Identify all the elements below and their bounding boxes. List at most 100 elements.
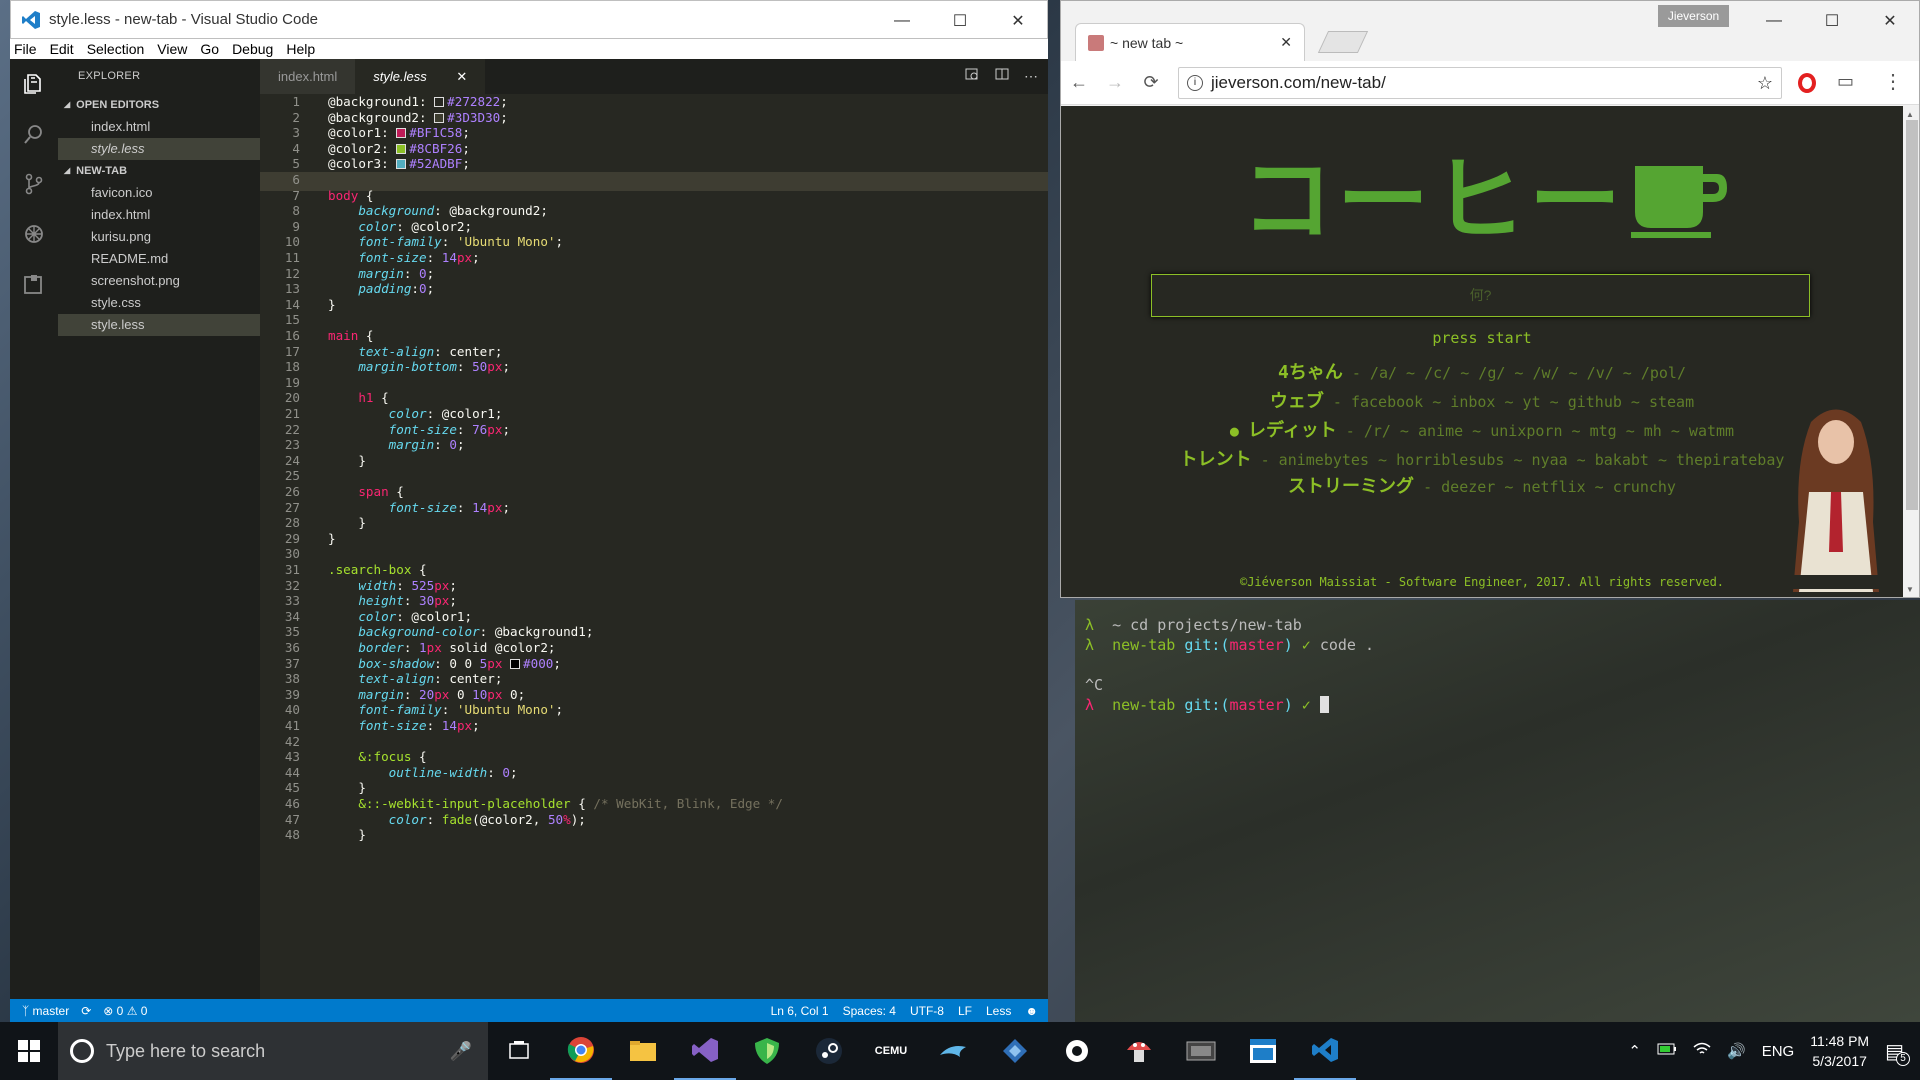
steam-icon[interactable] [798, 1022, 860, 1080]
task-view-icon[interactable] [488, 1022, 550, 1080]
code-editor[interactable]: 1 @background1: #272822; 2 @background2: #3… [260, 94, 1048, 999]
chrome-app-icon[interactable] [550, 1022, 612, 1080]
anime-character-image [1781, 402, 1891, 592]
page-scrollbar[interactable]: ▲ ▼ [1903, 106, 1919, 597]
open-editor-item[interactable]: style.less [58, 138, 260, 160]
opera-extension-icon[interactable] [1798, 73, 1816, 93]
indentation[interactable]: Spaces: 4 [843, 1004, 896, 1018]
window-app-icon[interactable] [1232, 1022, 1294, 1080]
file-item[interactable]: style.css [58, 292, 260, 314]
sync-icon[interactable]: ⟳ [81, 1004, 91, 1018]
language-indicator[interactable]: ENG [1762, 1043, 1795, 1060]
open-preview-icon[interactable] [964, 66, 980, 87]
minimize-icon[interactable]: — [873, 1, 931, 40]
menu-view[interactable]: View [157, 41, 187, 57]
split-editor-icon[interactable] [994, 66, 1010, 87]
line-content: @color2: #8CBF26; [328, 140, 470, 156]
chevron-up-icon[interactable]: ⌃ [1628, 1042, 1641, 1060]
file-item[interactable]: favicon.ico [58, 182, 260, 204]
reload-icon[interactable]: ⟳ [1133, 72, 1169, 93]
address-bar[interactable]: i jieverson.com/new-tab/ ☆ [1178, 67, 1782, 99]
encoding[interactable]: UTF-8 [910, 1004, 944, 1018]
line-ending[interactable]: LF [958, 1004, 972, 1018]
cast-icon[interactable]: ▭ [1837, 71, 1854, 92]
menu-selection[interactable]: Selection [87, 41, 145, 57]
settings-icon[interactable] [1046, 1022, 1108, 1080]
menu-go[interactable]: Go [200, 41, 219, 57]
app-icon[interactable] [984, 1022, 1046, 1080]
cursor-position[interactable]: Ln 6, Col 1 [771, 1004, 829, 1018]
microphone-icon[interactable]: 🎤 [450, 1041, 472, 1062]
star-icon[interactable]: ☆ [1757, 73, 1773, 94]
row-links[interactable]: animebytes ~ horriblesubs ~ nyaa ~ bakab… [1279, 451, 1785, 469]
line-number: 27 [284, 499, 300, 515]
open-editors-section[interactable]: ◢ OPEN EDITORS [58, 94, 260, 116]
visual-studio-icon[interactable] [674, 1022, 736, 1080]
source-control-icon[interactable] [10, 159, 58, 209]
new-tab-button[interactable] [1317, 31, 1369, 53]
close-icon[interactable]: ✕ [989, 1, 1047, 40]
explorer-icon[interactable] [10, 59, 58, 109]
dolphin-icon[interactable] [922, 1022, 984, 1080]
menu-file[interactable]: File [14, 41, 37, 57]
row-links[interactable]: /a/ ~ /c/ ~ /g/ ~ /w/ ~ /v/ ~ /pol/ [1370, 364, 1686, 382]
taskbar-search-input[interactable]: Type here to search 🎤 [58, 1022, 488, 1080]
file-item[interactable]: style.less [58, 314, 260, 336]
feedback-icon[interactable]: ☻ [1025, 1004, 1038, 1018]
minimize-icon[interactable]: — [1745, 1, 1803, 40]
back-icon[interactable]: ← [1061, 72, 1097, 93]
forward-icon[interactable]: → [1097, 72, 1133, 93]
project-section[interactable]: ◢ NEW-TAB [58, 160, 260, 182]
extensions-icon[interactable] [10, 259, 58, 309]
more-actions-icon[interactable]: ⋯ [1024, 68, 1038, 85]
logo-text: コーヒー [1241, 147, 1626, 254]
file-item[interactable]: index.html [58, 204, 260, 226]
line-number: 36 [284, 640, 300, 655]
branch-indicator[interactable]: ᛉ master [22, 1004, 69, 1018]
vpn-shield-icon[interactable] [736, 1022, 798, 1080]
terminal-window[interactable]: λ ~ cd projects/new-tab λ new-tab git:(m… [1075, 600, 1920, 1022]
row-links[interactable]: /r/ ~ anime ~ unixporn ~ mtg ~ mh ~ watm… [1364, 422, 1734, 440]
file-item[interactable]: README.md [58, 248, 260, 270]
file-explorer-icon[interactable] [612, 1022, 674, 1080]
problems-indicator[interactable]: ⊗ 0 ⚠ 0 [103, 1004, 147, 1018]
sega-icon[interactable] [1170, 1022, 1232, 1080]
file-item[interactable]: kurisu.png [58, 226, 260, 248]
search-input[interactable]: 何? [1151, 274, 1810, 317]
vscode-app-icon[interactable] [1294, 1022, 1356, 1080]
row-links[interactable]: facebook ~ inbox ~ yt ~ github ~ steam [1351, 393, 1694, 411]
start-button[interactable] [0, 1022, 58, 1080]
row-links[interactable]: deezer ~ netflix ~ crunchy [1441, 478, 1676, 496]
maximize-icon[interactable]: ☐ [1803, 1, 1861, 40]
battery-icon[interactable] [1657, 1042, 1677, 1060]
close-icon[interactable]: ✕ [1861, 1, 1919, 40]
search-icon[interactable] [10, 109, 58, 159]
code-line[interactable]: 48 } [260, 827, 1048, 846]
debug-icon[interactable] [10, 209, 58, 259]
menu-debug[interactable]: Debug [232, 41, 273, 57]
menu-help[interactable]: Help [286, 41, 315, 57]
info-icon[interactable]: i [1187, 75, 1203, 91]
close-icon[interactable]: ✕ [1280, 34, 1292, 51]
tab-style-less[interactable]: style.less ✕ [355, 59, 486, 94]
clock[interactable]: 11:48 PM 5/3/2017 [1810, 1031, 1869, 1071]
browser-tab[interactable]: ~ new tab ~ ✕ [1075, 23, 1305, 61]
line-content: margin: 0; [358, 265, 435, 281]
line-content: @background2: #3D3D30; [328, 109, 508, 125]
open-editors-label: OPEN EDITORS [76, 99, 160, 111]
volume-icon[interactable]: 🔊 [1727, 1042, 1746, 1060]
wifi-icon[interactable] [1693, 1042, 1711, 1060]
profile-badge[interactable]: Jieverson [1658, 5, 1729, 27]
cemu-icon[interactable]: CEMU [860, 1022, 922, 1080]
maximize-icon[interactable]: ☐ [931, 1, 989, 40]
menu-edit[interactable]: Edit [50, 41, 74, 57]
file-item[interactable]: screenshot.png [58, 270, 260, 292]
line-content: &::-webkit-input-placeholder { /* WebKit… [358, 796, 783, 811]
menu-icon[interactable]: ⋮ [1883, 69, 1903, 94]
language-mode[interactable]: Less [986, 1004, 1011, 1018]
close-icon[interactable]: ✕ [456, 69, 467, 85]
mushroom-icon[interactable] [1108, 1022, 1170, 1080]
tab-index-html[interactable]: index.html [260, 59, 356, 94]
notification-center-icon[interactable]: ▤ 5 [1885, 1039, 1910, 1066]
open-editor-item[interactable]: index.html [58, 116, 260, 138]
